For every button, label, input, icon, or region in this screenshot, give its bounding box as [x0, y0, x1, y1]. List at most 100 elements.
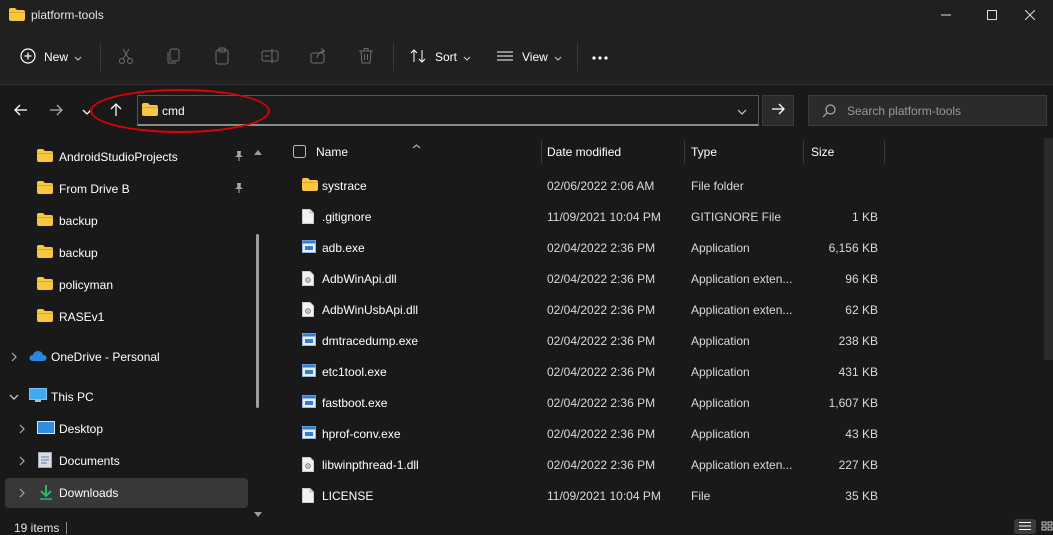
file-row[interactable]: AdbWinApi.dll 02/04/2022 2:36 PM Applicati… — [268, 263, 1053, 294]
file-date-modified: 02/06/2022 2:06 AM — [547, 179, 655, 193]
file-date-modified: 02/04/2022 2:36 PM — [547, 241, 656, 255]
sidebar-item-backup[interactable]: backup — [0, 206, 248, 236]
file-row[interactable]: dmtracedump.exe 02/04/2022 2:36 PM Applica… — [268, 325, 1053, 356]
chevron-right-icon[interactable] — [16, 456, 28, 466]
back-button[interactable] — [7, 97, 35, 125]
column-type[interactable]: Type — [691, 145, 717, 159]
file-name: adb.exe — [322, 241, 365, 255]
sidebar-item-from-drive-b[interactable]: From Drive B — [0, 174, 248, 204]
sidebar-item-rasev1[interactable]: RASEv1 — [0, 302, 248, 332]
pin-icon — [233, 150, 245, 165]
column-date-modified[interactable]: Date modified — [547, 145, 621, 159]
sidebar-item-desktop[interactable]: Desktop — [0, 414, 248, 444]
address-dropdown-button[interactable] — [726, 96, 758, 125]
up-button[interactable] — [102, 97, 130, 125]
file-type: Application exten... — [691, 272, 793, 286]
chevron-right-icon[interactable] — [8, 352, 20, 362]
file-name: libwinpthread-1.dll — [322, 458, 419, 472]
sort-button[interactable]: Sort — [409, 40, 471, 74]
column-size[interactable]: Size — [811, 145, 834, 159]
column-header-row: Name Date modified Type Size — [268, 138, 1053, 168]
column-divider[interactable] — [541, 140, 542, 164]
sidebar-item-this-pc[interactable]: This PC — [0, 382, 248, 412]
file-row[interactable]: .gitignore 11/09/2021 10:04 PM GITIGNORE F… — [268, 201, 1053, 232]
new-button[interactable]: New — [20, 40, 82, 74]
file-name: AdbWinApi.dll — [322, 272, 397, 286]
go-button[interactable] — [762, 95, 794, 126]
close-button[interactable] — [1007, 0, 1053, 30]
application-icon — [302, 395, 316, 411]
folder-icon — [37, 149, 53, 165]
file-name: LICENSE — [322, 489, 374, 503]
toolbar-divider — [577, 43, 578, 71]
file-row[interactable]: hprof-conv.exe 02/04/2022 2:36 PM Applicat… — [268, 418, 1053, 449]
address-input[interactable]: cmd — [162, 104, 185, 118]
file-row[interactable]: LICENSE 11/09/2021 10:04 PM File 35 KB — [268, 480, 1053, 511]
large-icons-view-button[interactable] — [1036, 519, 1053, 534]
sidebar-item-policyman[interactable]: policyman — [0, 270, 248, 300]
file-list-scrollbar[interactable] — [1044, 138, 1053, 360]
file-name: dmtracedump.exe — [322, 334, 419, 348]
details-view-button[interactable] — [1014, 519, 1036, 534]
file-size: 1,607 KB — [828, 396, 878, 410]
chevron-down-icon — [463, 50, 471, 64]
sidebar-item-documents[interactable]: Documents — [0, 446, 248, 476]
file-row[interactable]: libwinpthread-1.dll 02/04/2022 2:36 PM App… — [268, 449, 1053, 480]
share-button[interactable] — [309, 40, 327, 74]
scrollbar-thumb[interactable] — [256, 234, 259, 408]
select-all-checkbox[interactable] — [293, 145, 306, 161]
delete-button[interactable] — [357, 40, 375, 74]
recent-locations-button[interactable] — [73, 97, 101, 125]
document-icon — [38, 451, 52, 471]
view-button[interactable]: View — [496, 40, 562, 74]
rename-button[interactable] — [261, 40, 279, 74]
sidebar-item-label: RASEv1 — [59, 310, 105, 324]
cut-button[interactable] — [117, 40, 135, 74]
view-list-icon — [496, 49, 514, 66]
file-list: Name Date modified Type Size systrace 02/… — [268, 138, 1053, 518]
sidebar-item-backup[interactable]: backup — [0, 238, 248, 268]
file-icon — [302, 488, 314, 506]
sidebar-item-onedrive[interactable]: OneDrive - Personal — [0, 342, 248, 372]
sidebar-item-label: backup — [59, 214, 98, 228]
file-size: 227 KB — [838, 458, 878, 472]
forward-button[interactable] — [42, 97, 70, 125]
file-name: AdbWinUsbApi.dll — [322, 303, 419, 317]
column-divider[interactable] — [884, 140, 885, 164]
file-name: systrace — [322, 179, 367, 193]
paste-button[interactable] — [213, 40, 231, 74]
sidebar-item-label: backup — [59, 246, 98, 260]
file-row[interactable]: systrace 02/06/2022 2:06 AM File folder — [268, 170, 1053, 201]
clipboard-icon — [213, 47, 231, 68]
chevron-down-icon[interactable] — [8, 394, 20, 400]
file-row[interactable]: fastboot.exe 02/04/2022 2:36 PM Applicatio… — [268, 387, 1053, 418]
search-input[interactable] — [847, 102, 1037, 120]
chevron-down-icon — [554, 50, 562, 64]
file-type: Application — [691, 427, 750, 441]
navigation-pane-scrollbar[interactable] — [252, 138, 264, 518]
file-size: 1 KB — [851, 210, 878, 224]
file-row[interactable]: etc1tool.exe 02/04/2022 2:36 PM Applicatio… — [268, 356, 1053, 387]
file-row[interactable]: AdbWinUsbApi.dll 02/04/2022 2:36 PM Applic… — [268, 294, 1053, 325]
sidebar-item-downloads[interactable]: Downloads — [5, 478, 248, 508]
sidebar-item-androidstudioprojects[interactable]: AndroidStudioProjects — [0, 142, 248, 172]
dll-file-icon — [302, 457, 314, 475]
file-size: 96 KB — [845, 272, 878, 286]
minimize-button[interactable] — [923, 0, 969, 30]
file-name: .gitignore — [322, 210, 372, 224]
file-type: Application — [691, 365, 750, 379]
chevron-right-icon[interactable] — [16, 488, 28, 498]
column-divider[interactable] — [803, 140, 804, 164]
chevron-right-icon[interactable] — [16, 424, 28, 434]
column-divider[interactable] — [684, 140, 685, 164]
file-size: 43 KB — [845, 427, 878, 441]
file-row[interactable]: adb.exe 02/04/2022 2:36 PM Application 6,15… — [268, 232, 1053, 263]
copy-button[interactable] — [165, 40, 183, 74]
search-box[interactable] — [808, 95, 1047, 126]
more-options-button[interactable] — [591, 40, 609, 74]
file-date-modified: 02/04/2022 2:36 PM — [547, 427, 656, 441]
file-date-modified: 02/04/2022 2:36 PM — [547, 396, 656, 410]
address-bar[interactable]: cmd — [137, 95, 759, 126]
column-name[interactable]: Name — [316, 145, 348, 159]
scroll-up-arrow-icon[interactable] — [254, 144, 262, 158]
